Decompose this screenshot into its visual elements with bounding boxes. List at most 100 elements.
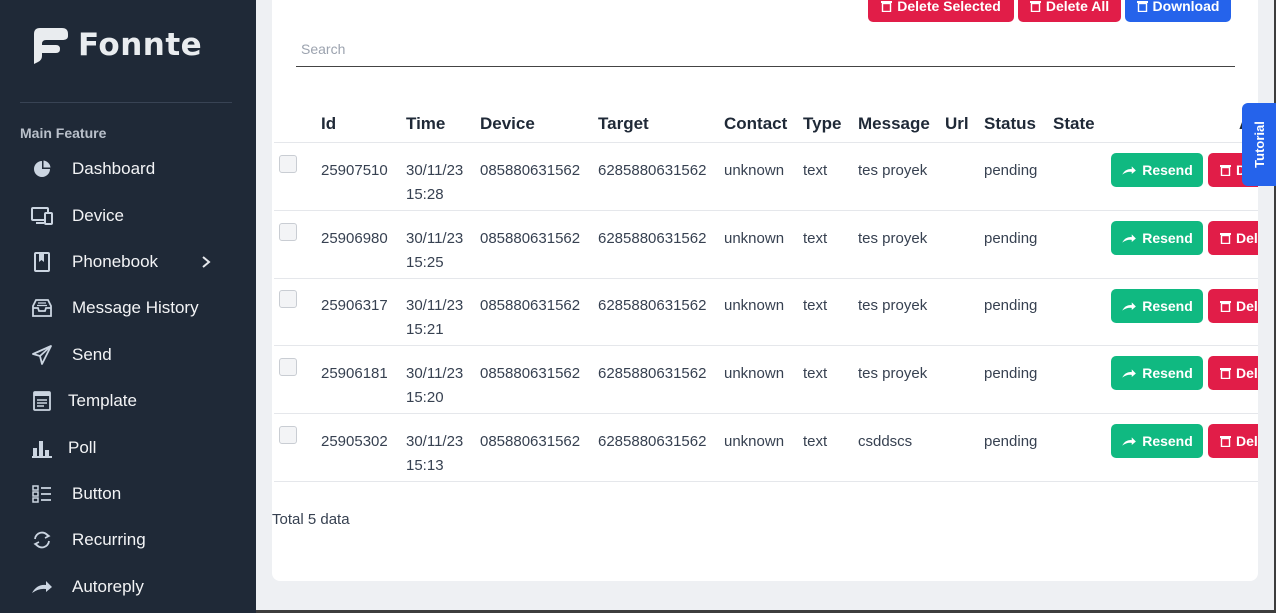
column-header-type[interactable]: Type bbox=[803, 114, 841, 134]
sidebar-item-dashboard[interactable]: Dashboard bbox=[0, 149, 256, 189]
resend-button[interactable]: Resend bbox=[1111, 153, 1203, 187]
table-row: 25907510 30/11/23 15:28 085880631562 628… bbox=[272, 143, 1258, 211]
resend-button[interactable]: Resend bbox=[1111, 221, 1203, 255]
table-row: 25906317 30/11/23 15:21 085880631562 628… bbox=[272, 278, 1258, 346]
brand-logo[interactable]: Fonnte bbox=[30, 26, 202, 64]
paper-plane-icon bbox=[31, 344, 53, 366]
cell-target: 6285880631562 bbox=[598, 365, 707, 382]
cell-status: pending bbox=[984, 365, 1038, 382]
forward-icon bbox=[1122, 165, 1137, 175]
row-divider bbox=[274, 481, 1258, 482]
cell-contact: unknown bbox=[724, 365, 785, 382]
delete-row-button[interactable]: Delete bbox=[1208, 356, 1258, 390]
resend-label: Resend bbox=[1142, 365, 1193, 381]
delete-selected-button[interactable]: Delete Selected bbox=[868, 0, 1014, 22]
row-checkbox[interactable] bbox=[279, 426, 297, 444]
cell-contact: unknown bbox=[724, 297, 785, 314]
cell-target: 6285880631562 bbox=[598, 230, 707, 247]
column-header-id[interactable]: Id bbox=[321, 114, 336, 134]
cell-device: 085880631562 bbox=[480, 433, 581, 450]
sidebar-item-label: Button bbox=[72, 484, 122, 503]
sidebar-section-title: Main Feature bbox=[20, 125, 107, 141]
column-header-status[interactable]: Status bbox=[984, 114, 1036, 134]
row-checkbox[interactable] bbox=[279, 155, 297, 173]
cell-target: 6285880631562 bbox=[598, 297, 707, 314]
delete-row-button[interactable]: Delete bbox=[1208, 289, 1258, 323]
cell-time: 15:25 bbox=[406, 254, 444, 271]
template-icon bbox=[31, 390, 53, 412]
row-checkbox[interactable] bbox=[279, 358, 297, 376]
cell-date: 30/11/23 bbox=[406, 230, 464, 247]
column-header-contact[interactable]: Contact bbox=[724, 114, 787, 134]
cell-type: text bbox=[803, 297, 828, 314]
sidebar-item-phonebook[interactable]: Phonebook bbox=[0, 242, 256, 282]
table-row: 25906181 30/11/23 15:20 085880631562 628… bbox=[272, 346, 1258, 414]
forward-icon bbox=[1122, 233, 1137, 243]
cell-id: 25906181 bbox=[321, 365, 388, 382]
trash-icon bbox=[1029, 1, 1041, 12]
sidebar-item-device[interactable]: Device bbox=[0, 196, 256, 236]
cell-type: text bbox=[803, 162, 828, 179]
cell-target: 6285880631562 bbox=[598, 433, 707, 450]
row-checkbox[interactable] bbox=[279, 290, 297, 308]
cell-time: 15:13 bbox=[406, 457, 444, 474]
forward-icon bbox=[1122, 436, 1137, 446]
trash-icon bbox=[1220, 165, 1231, 176]
sidebar-divider bbox=[20, 102, 232, 103]
resend-button[interactable]: Resend bbox=[1111, 356, 1203, 390]
sidebar-item-send[interactable]: Send bbox=[0, 335, 256, 375]
cell-device: 085880631562 bbox=[480, 162, 581, 179]
forward-icon bbox=[1122, 301, 1137, 311]
sidebar: Fonnte Main Feature Dashboard Device Pho… bbox=[0, 0, 256, 613]
column-header-time[interactable]: Time bbox=[406, 114, 445, 134]
cell-message: tes proyek bbox=[858, 365, 928, 382]
column-header-url[interactable]: Url bbox=[945, 114, 969, 134]
download-button[interactable]: Download bbox=[1125, 0, 1231, 22]
resend-label: Resend bbox=[1142, 433, 1193, 449]
delete-row-button[interactable]: Delete bbox=[1208, 221, 1258, 255]
delete-all-label: Delete All bbox=[1045, 0, 1110, 14]
sidebar-item-message-history[interactable]: Message History bbox=[0, 288, 256, 328]
trash-icon bbox=[1220, 436, 1231, 447]
resend-button[interactable]: Resend bbox=[1111, 424, 1203, 458]
resend-label: Resend bbox=[1142, 162, 1193, 178]
tutorial-label: Tutorial bbox=[1251, 121, 1267, 168]
sidebar-item-template[interactable]: Template bbox=[0, 381, 256, 421]
cell-time: 15:20 bbox=[406, 389, 444, 406]
cell-date: 30/11/23 bbox=[406, 297, 464, 314]
tutorial-tab[interactable]: Tutorial bbox=[1242, 103, 1276, 186]
brand-name: Fonnte bbox=[78, 27, 203, 63]
cell-id: 25905302 bbox=[321, 433, 388, 450]
cell-type: text bbox=[803, 230, 828, 247]
sidebar-item-autoreply[interactable]: Autoreply bbox=[0, 567, 256, 607]
resend-label: Resend bbox=[1142, 298, 1193, 314]
column-header-message[interactable]: Message bbox=[858, 114, 930, 134]
column-header-state[interactable]: State bbox=[1053, 114, 1095, 134]
message-history-card: Delete Selected Delete All Download Id T… bbox=[272, 0, 1258, 581]
search-input[interactable] bbox=[296, 32, 1235, 67]
cell-time: 15:21 bbox=[406, 321, 444, 338]
trash-icon bbox=[1220, 233, 1231, 244]
sidebar-item-label: Send bbox=[72, 345, 112, 364]
cell-status: pending bbox=[984, 162, 1038, 179]
delete-selected-label: Delete Selected bbox=[897, 0, 1001, 14]
sidebar-item-label: Dashboard bbox=[72, 159, 156, 178]
sidebar-item-label: Device bbox=[72, 206, 124, 225]
trash-icon bbox=[881, 1, 893, 12]
trash-icon bbox=[1220, 368, 1231, 379]
sidebar-item-poll[interactable]: Poll bbox=[0, 428, 256, 468]
resend-button[interactable]: Resend bbox=[1111, 289, 1203, 323]
delete-all-button[interactable]: Delete All bbox=[1018, 0, 1121, 22]
resend-label: Resend bbox=[1142, 230, 1193, 246]
sidebar-item-label: Recurring bbox=[72, 530, 146, 549]
cell-date: 30/11/23 bbox=[406, 433, 464, 450]
sidebar-item-button[interactable]: Button bbox=[0, 474, 256, 514]
sidebar-item-recurring[interactable]: Recurring bbox=[0, 520, 256, 560]
cell-date: 30/11/23 bbox=[406, 162, 464, 179]
delete-row-button[interactable]: Delete bbox=[1208, 424, 1258, 458]
forward-icon bbox=[31, 576, 53, 598]
row-checkbox[interactable] bbox=[279, 223, 297, 241]
cell-id: 25907510 bbox=[321, 162, 388, 179]
column-header-device[interactable]: Device bbox=[480, 114, 535, 134]
column-header-target[interactable]: Target bbox=[598, 114, 649, 134]
